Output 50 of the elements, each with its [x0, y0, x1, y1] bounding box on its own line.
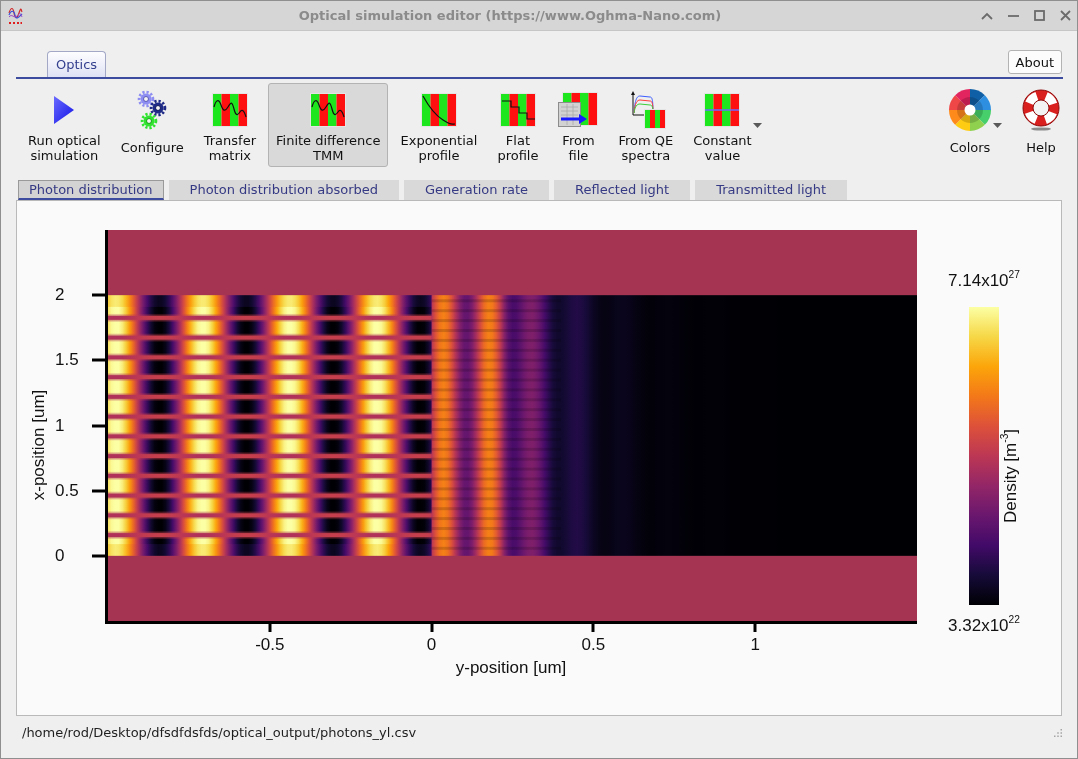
toolbar-button[interactable]: From QE spectra [610, 83, 682, 167]
stripes-wave-icon [310, 92, 347, 127]
x-axis-label: y-position [um] [455, 658, 567, 679]
status-path-text: /home/rod/Desktop/dfsdfdsfds/optical_output/photons_yl.csv [22, 725, 417, 740]
caret-icon[interactable] [993, 122, 1002, 128]
toolbar-button[interactable]: Constant value [685, 83, 770, 167]
stripes-steps-icon [499, 92, 536, 127]
y-tick-label: 2 [55, 285, 65, 306]
toolbar-button[interactable]: Exponential profile [392, 83, 486, 167]
scale-max-label: 7.14x10$^{27}$ [948, 270, 1020, 292]
window-title: Optical simulation editor (https://www.Oghma-Nano.com) [297, 8, 723, 23]
color-wheel-icon [948, 87, 992, 132]
caret-icon[interactable] [752, 122, 762, 128]
close-icon[interactable] [1060, 10, 1071, 21]
ribbon-tab[interactable]: Optics [47, 51, 107, 77]
x-tick-label: 0 [426, 635, 437, 655]
x-tick-label: 1 [750, 635, 760, 655]
play-icon [53, 94, 76, 125]
resize-grip-icon[interactable] [1054, 728, 1062, 737]
y-tick-label: 1.5 [55, 350, 79, 371]
toolbar-button[interactable]: Configure [112, 83, 192, 167]
gears-icon [137, 89, 168, 130]
sheet-arrow-stripes-icon [558, 91, 599, 128]
about-button[interactable]: About [1007, 50, 1062, 74]
scale-min-label: 3.32x10$^{22}$ [948, 615, 1020, 637]
view-tab[interactable]: Photon distribution [18, 180, 164, 200]
chevron-up-icon[interactable] [981, 11, 993, 20]
toolbar-button[interactable]: Transfer matrix [195, 83, 264, 167]
stripes-decay-icon [420, 92, 457, 127]
toolbar-button[interactable]: Flat profile [489, 83, 547, 167]
y-tick-label: 0 [55, 545, 65, 566]
y-axis-label: x-position [um] [29, 389, 49, 501]
x-tick-label: -0.5 [255, 635, 285, 655]
stripes-wave-icon [211, 92, 248, 127]
y-tick-label: 1 [55, 415, 65, 436]
lifebuoy-icon [1021, 88, 1061, 131]
x-tick-label: 0.5 [581, 635, 606, 655]
view-tab[interactable]: Generation rate [404, 180, 550, 200]
maximize-icon[interactable] [1034, 10, 1045, 21]
toolbar-button[interactable]: Help [1013, 83, 1069, 167]
toolbar-button[interactable]: Run optical simulation [20, 83, 109, 167]
toolbar-button[interactable]: From file [550, 83, 607, 167]
minimize-icon[interactable] [1008, 14, 1019, 17]
view-tab[interactable]: Reflected light [554, 180, 691, 200]
toolbar-button[interactable]: Finite difference TMM [268, 83, 389, 167]
toolbar-button[interactable]: Colors [940, 83, 1010, 167]
app-logo-icon [8, 6, 23, 25]
view-tab[interactable]: Transmitted light [695, 180, 848, 200]
y-tick-label: 0.5 [55, 480, 79, 501]
view-tab[interactable]: Photon distribution absorbed [168, 180, 399, 200]
